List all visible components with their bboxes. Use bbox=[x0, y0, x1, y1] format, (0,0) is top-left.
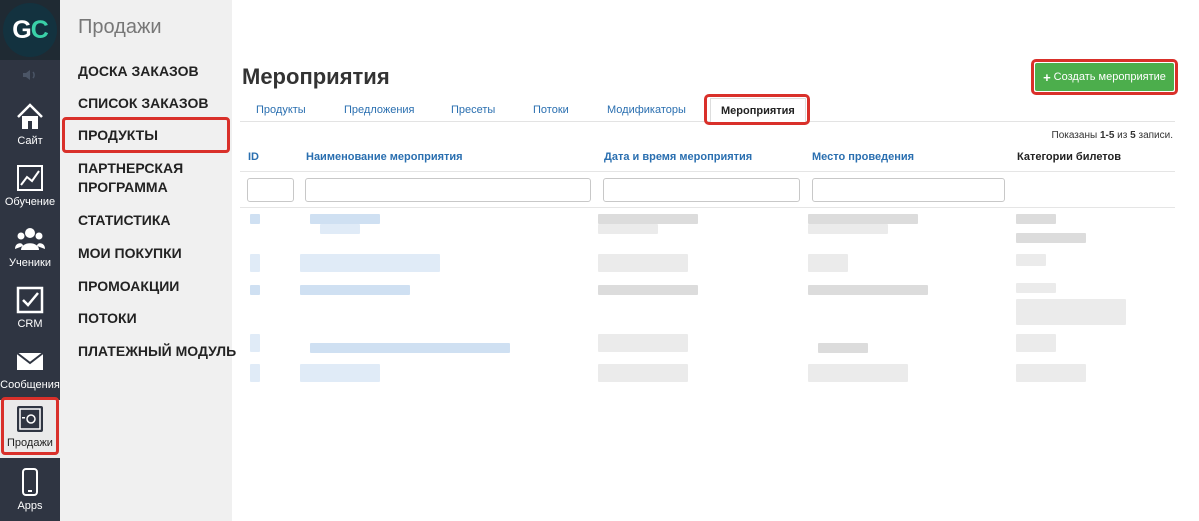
rail-item-label: Сообщения bbox=[0, 379, 60, 391]
logo-letter-g: G bbox=[12, 15, 31, 44]
venue-filter-input[interactable] bbox=[812, 178, 1005, 202]
highlight-frame bbox=[62, 117, 230, 153]
filter-row bbox=[240, 171, 1175, 208]
rail-item-label: CRM bbox=[17, 318, 43, 330]
id-filter-input[interactable] bbox=[247, 178, 294, 202]
datetime-filter-input[interactable] bbox=[603, 178, 800, 202]
subnav-item-my-purchases[interactable]: МОИ ПОКУПКИ bbox=[78, 244, 228, 263]
rail-item-label: Обучение bbox=[4, 196, 56, 208]
tab-products[interactable]: Продукты bbox=[256, 104, 306, 116]
rail-item-site[interactable]: Сайт bbox=[0, 98, 60, 156]
rail-item-label: Apps bbox=[17, 500, 43, 512]
rail-item-crm[interactable]: CRM bbox=[0, 281, 60, 339]
highlight-frame bbox=[1, 397, 59, 455]
house-icon bbox=[17, 103, 43, 129]
column-header-name[interactable]: Наименование мероприятия bbox=[306, 151, 463, 163]
subnav-item-streams[interactable]: ПОТОКИ bbox=[78, 309, 228, 328]
subnav-item-partner-program[interactable]: ПАРТНЕРСКАЯ ПРОГРАММА bbox=[78, 159, 228, 197]
subnav-item-promotions[interactable]: ПРОМОАКЦИИ bbox=[78, 277, 228, 296]
records-summary: Показаны 1-5 из 5 записи. bbox=[1051, 130, 1173, 141]
rail-item-messages[interactable]: Сообщения bbox=[0, 342, 60, 400]
tab-offers[interactable]: Предложения bbox=[344, 104, 415, 116]
rail-item-students[interactable]: Ученики bbox=[0, 220, 60, 278]
users-icon bbox=[15, 228, 45, 250]
logo[interactable]: GC bbox=[0, 0, 60, 60]
logo-letter-c: C bbox=[30, 15, 49, 44]
subnav-item-payment-module[interactable]: ПЛАТЕЖНЫЙ МОДУЛЬ bbox=[78, 342, 238, 361]
rail-item-label: Ученики bbox=[8, 257, 51, 269]
subnav-item-orders-list[interactable]: СПИСОК ЗАКАЗОВ bbox=[78, 94, 228, 113]
checkbox-icon bbox=[16, 286, 44, 314]
subnav-item-orders-board[interactable]: ДОСКА ЗАКАЗОВ bbox=[78, 62, 228, 81]
column-header-datetime[interactable]: Дата и время мероприятия bbox=[604, 151, 752, 163]
subnav-title: Продажи bbox=[78, 16, 162, 38]
name-filter-input[interactable] bbox=[305, 178, 591, 202]
tab-modifiers[interactable]: Модификаторы bbox=[607, 104, 686, 116]
rail-item-label: Сайт bbox=[17, 135, 43, 147]
logo-badge: GC bbox=[3, 3, 57, 57]
table-body-redacted bbox=[240, 209, 1175, 389]
tab-streams[interactable]: Потоки bbox=[533, 104, 569, 116]
subnav-item-statistics[interactable]: СТАТИСТИКА bbox=[78, 211, 228, 230]
speaker-icon[interactable] bbox=[0, 60, 60, 90]
sales-subnav: Продажи ДОСКА ЗАКАЗОВ СПИСОК ЗАКАЗОВ ПРО… bbox=[60, 0, 236, 521]
chart-line-icon bbox=[17, 165, 43, 191]
tab-presets[interactable]: Пресеты bbox=[451, 104, 495, 116]
envelope-icon bbox=[16, 352, 44, 370]
rail-item-apps[interactable]: Apps bbox=[0, 463, 60, 521]
main-content: Мероприятия + Создать мероприятие Продук… bbox=[232, 0, 1199, 521]
rail-item-learning[interactable]: Обучение bbox=[0, 159, 60, 217]
column-header-venue[interactable]: Место проведения bbox=[812, 151, 914, 163]
column-header-ticket-categories: Категории билетов bbox=[1017, 151, 1122, 163]
highlight-frame bbox=[1031, 59, 1178, 95]
highlight-frame bbox=[704, 94, 810, 125]
column-header-id[interactable]: ID bbox=[248, 151, 259, 163]
phone-icon bbox=[22, 468, 38, 496]
page-title: Мероприятия bbox=[242, 64, 390, 89]
